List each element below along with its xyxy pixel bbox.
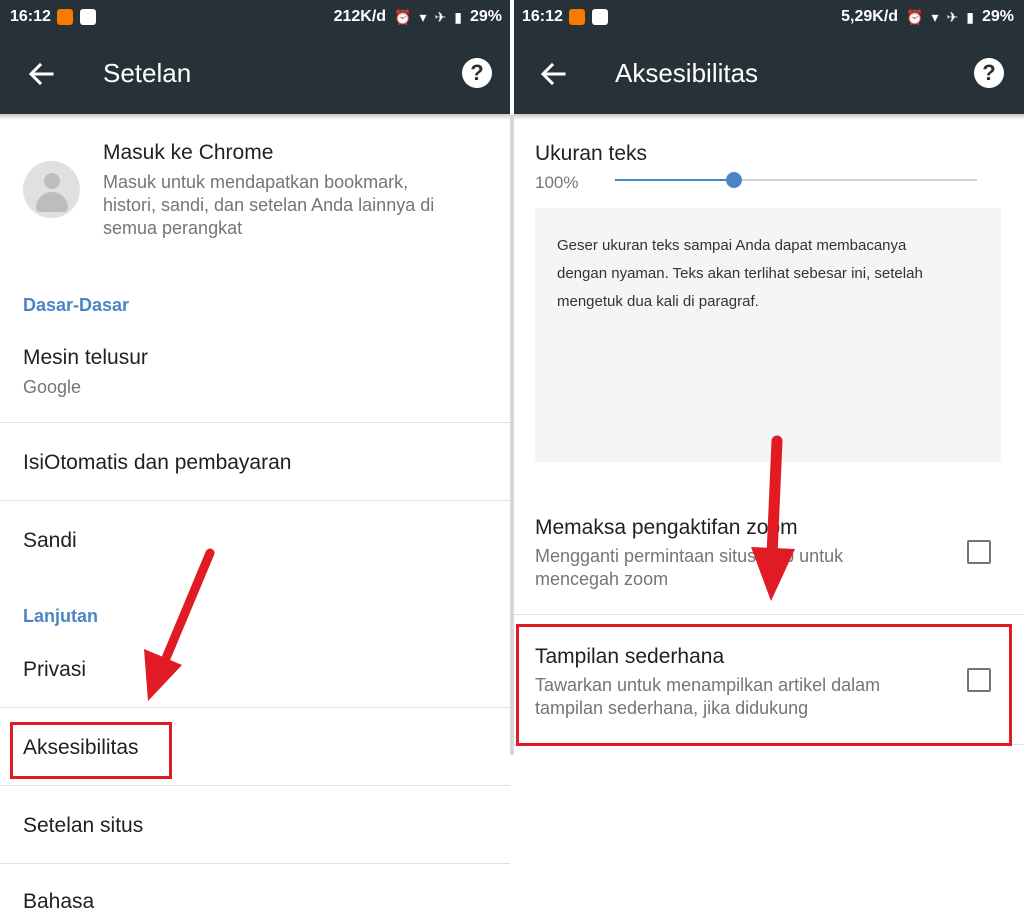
sign-in-title: Masuk ke Chrome (103, 141, 274, 164)
highlight-box (516, 624, 1012, 746)
network-speed: 5,29K/d (841, 8, 899, 25)
avatar (23, 161, 80, 218)
alarm-icon: ⏰ (906, 8, 924, 25)
red-arrow-icon (751, 435, 795, 601)
site-settings-item[interactable]: Setelan situs (0, 786, 512, 863)
help-button[interactable]: ? (462, 58, 492, 88)
preview-line: Geser ukuran teks sampai Anda dapat memb… (557, 237, 907, 254)
privacy-item[interactable]: Privasi (0, 630, 512, 707)
autofill-item[interactable]: IsiOtomatis dan pembayaran (0, 423, 512, 500)
slider-thumb[interactable] (726, 172, 743, 188)
preview-line: dengan nyaman. Teks akan terlihat sebesa… (557, 265, 923, 282)
airplane-icon: ✈ (946, 8, 959, 25)
section-header-advanced: Lanjutan (23, 606, 98, 626)
help-icon: ? (470, 60, 484, 85)
divider (512, 614, 1024, 615)
wifi-icon: ▾ (419, 8, 427, 25)
accessibility-screen: 16:12 5,29K/d ⏰ ▾ ✈ ▮ 29% Aksesibilitas … (512, 0, 1024, 910)
maps-notification-icon (80, 9, 96, 25)
status-bar: 16:12 212K/d ⏰ ▾ ✈ ▮ 29% (0, 0, 512, 34)
search-engine-value: Google (23, 377, 82, 397)
maps-notification-icon (592, 9, 608, 25)
sign-in-subtitle-line: semua perangkat (103, 218, 243, 238)
battery-icon: ▮ (966, 8, 974, 25)
status-time: 16:12 (10, 8, 51, 25)
back-button[interactable] (534, 54, 574, 94)
passwords-title: Sandi (23, 529, 77, 552)
passwords-item[interactable]: Sandi (0, 501, 512, 578)
notification-app-icon (57, 9, 73, 25)
back-arrow-icon (540, 62, 566, 86)
settings-screen: 16:12 212K/d ⏰ ▾ ✈ ▮ 29% Setelan ? Masuk… (0, 0, 512, 910)
slider-fill (615, 179, 735, 181)
battery-icon: ▮ (454, 8, 462, 25)
appbar-shadow (512, 114, 1024, 120)
highlight-box (10, 722, 172, 779)
privacy-title: Privasi (23, 658, 87, 681)
force-zoom-checkbox[interactable] (967, 540, 991, 564)
preview-line: mengetuk dua kali di paragraf. (557, 293, 759, 310)
panel-divider (510, 0, 514, 910)
airplane-icon: ✈ (434, 8, 447, 25)
text-size-preview: Geser ukuran teks sampai Anda dapat memb… (535, 208, 1001, 462)
text-size-label: Ukuran teks (535, 142, 648, 165)
status-time: 16:12 (522, 8, 563, 25)
notification-app-icon (569, 9, 585, 25)
status-bar: 16:12 5,29K/d ⏰ ▾ ✈ ▮ 29% (512, 0, 1024, 34)
network-speed: 212K/d (333, 8, 387, 25)
site-settings-title: Setelan situs (23, 814, 144, 837)
section-header-basics: Dasar-Dasar (23, 295, 130, 315)
search-engine-title: Mesin telusur (23, 346, 148, 369)
autofill-title: IsiOtomatis dan pembayaran (23, 451, 292, 474)
text-size-value: 100% (535, 173, 579, 192)
sign-in-subtitle-line: Masuk untuk mendapatkan bookmark, (103, 172, 409, 192)
search-engine-item[interactable]: Mesin telusur Google (0, 330, 512, 422)
back-arrow-icon (28, 62, 54, 86)
page-title: Setelan (103, 58, 192, 88)
app-bar: Aksesibilitas ? (512, 34, 1024, 114)
back-button[interactable] (22, 54, 62, 94)
page-title: Aksesibilitas (615, 58, 759, 88)
text-size-slider[interactable] (615, 172, 977, 188)
wifi-icon: ▾ (931, 8, 939, 25)
sign-in-subtitle-line: histori, sandi, dan setelan Anda lainnya… (103, 195, 435, 215)
help-icon: ? (982, 60, 996, 85)
alarm-icon: ⏰ (394, 8, 412, 25)
battery-percent: 29% (469, 8, 502, 25)
sign-in-item[interactable]: Masuk ke Chrome Masuk untuk mendapatkan … (0, 120, 512, 255)
help-button[interactable]: ? (974, 58, 1004, 88)
red-arrow-icon (144, 548, 215, 701)
app-bar: Setelan ? (0, 34, 512, 114)
languages-title: Bahasa (23, 890, 95, 910)
languages-item[interactable]: Bahasa (0, 864, 512, 910)
battery-percent: 29% (981, 8, 1014, 25)
